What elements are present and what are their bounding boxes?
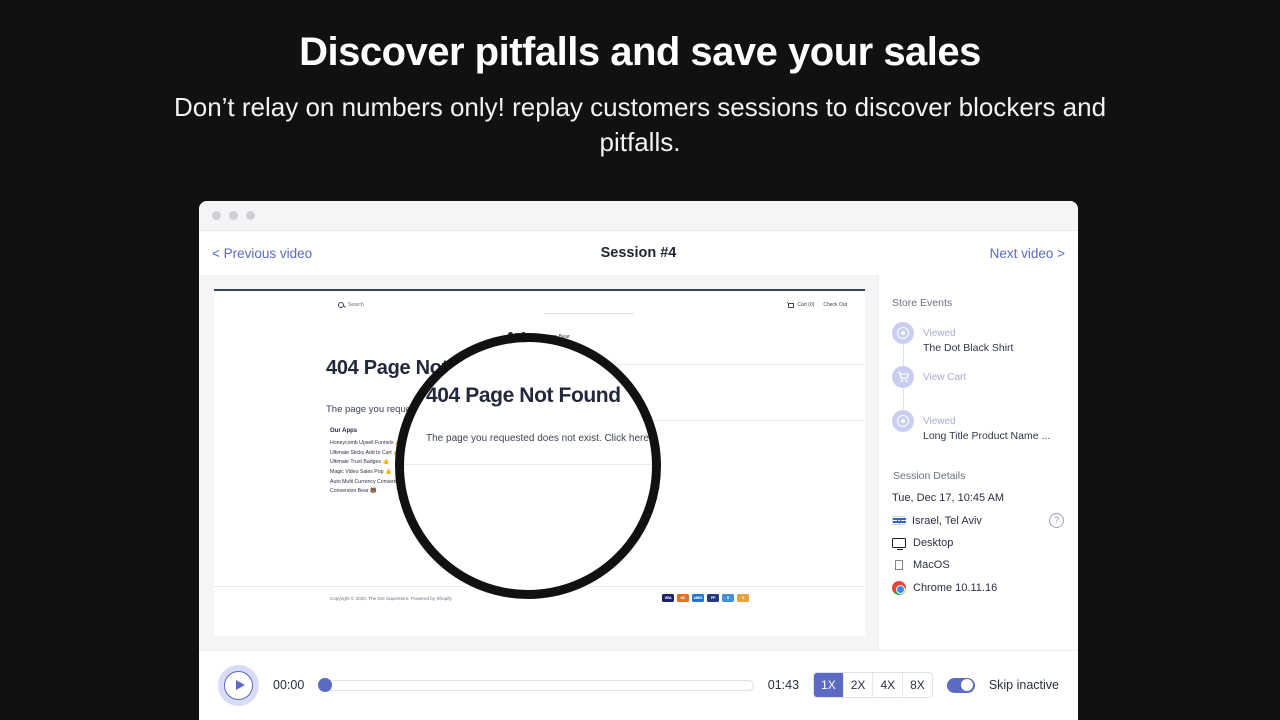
page-subtitle: Don’t relay on numbers only! replay cust… — [173, 92, 1107, 158]
session-device: Desktop — [913, 537, 954, 549]
session-os: MacOS — [913, 558, 950, 571]
session-location-row: Israel, Tel Aviv ? — [892, 513, 1064, 528]
cart-label: Cart (0) — [797, 302, 815, 308]
chrome-icon — [892, 581, 906, 595]
desktop-icon — [892, 538, 906, 551]
session-details-heading: Session Details — [893, 470, 966, 482]
search-icon — [338, 302, 344, 308]
app-item[interactable]: Ultimate Trust Badges 👍 — [330, 458, 408, 468]
event-name: The Dot Black Shirt — [923, 342, 1014, 354]
store-event-item[interactable]: View Cart — [892, 366, 1064, 410]
mastercard-icon: MC — [677, 594, 689, 602]
timeline-connector — [902, 344, 904, 366]
progress-slider[interactable] — [318, 678, 754, 692]
our-apps-list: Our Apps Honeycomb Upsell Funnels 👍 Ulti… — [330, 428, 408, 497]
progress-handle[interactable] — [318, 678, 333, 692]
copyright-text: Copyright © 2020, The Dot Superstore. Po… — [330, 595, 452, 601]
app-item[interactable]: Honeycomb Upsell Funnels 👍 — [330, 439, 408, 449]
skip-inactive-label: Skip inactive — [988, 678, 1059, 692]
discover-icon: D — [722, 594, 734, 602]
logo-brand-text: Conversion Bear — [529, 334, 571, 340]
israel-flag-icon — [892, 516, 906, 525]
previous-video-link[interactable]: < Previous video — [212, 246, 312, 261]
event-kind: Viewed — [923, 416, 956, 427]
speed-option-8x[interactable]: 8X — [903, 673, 932, 697]
speed-option-4x[interactable]: 4X — [873, 673, 904, 697]
app-item[interactable]: Auto Multi Currency Converter 👍 — [330, 478, 408, 488]
next-video-link[interactable]: Next video > — [990, 246, 1065, 261]
session-side-panel: Store Events Viewed The Dot Black Shirt — [878, 275, 1078, 650]
shoppay-icon: S — [737, 594, 749, 602]
cart-link[interactable]: Cart (0) — [788, 302, 814, 308]
app-item[interactable]: Conversion Bear 🐻 — [330, 487, 408, 497]
current-time: 00:00 — [273, 678, 305, 692]
cart-icon — [892, 366, 914, 388]
event-name: Long Title Product Name ... — [923, 430, 1051, 442]
visa-icon: VISA — [662, 594, 674, 602]
session-replay-window: < Previous video Session #4 Next video >… — [199, 201, 1078, 720]
store-header: Search Cart (0) Check Out — [214, 291, 865, 313]
store-event-item[interactable]: Viewed Long Title Product Name ... — [892, 410, 1064, 454]
window-body: Search Cart (0) Check Out Conversion Bea… — [199, 275, 1078, 650]
search-underline — [544, 313, 634, 314]
hero-section: Discover pitfalls and save your sales Do… — [0, 0, 1280, 161]
skip-inactive-toggle[interactable] — [946, 677, 975, 693]
magnified-error-title: 404 Page Not Found — [426, 384, 621, 407]
window-maximize-dot[interactable] — [246, 211, 255, 220]
paypal-icon: PP — [707, 594, 719, 602]
session-device-row: Desktop — [892, 537, 1064, 551]
speed-selector: 1X 2X 4X 8X — [813, 672, 933, 698]
page-title: Discover pitfalls and save your sales — [299, 30, 981, 74]
store-footer: Copyright © 2020, The Dot Superstore. Po… — [214, 594, 865, 602]
session-browser-row: Chrome 10.11.16 — [892, 581, 1064, 595]
session-navbar: < Previous video Session #4 Next video > — [199, 231, 1078, 275]
store-search[interactable]: Search — [338, 302, 364, 308]
window-minimize-dot[interactable] — [229, 211, 238, 220]
session-os-row:  MacOS — [892, 558, 1064, 572]
play-button[interactable] — [218, 664, 259, 706]
magnifier-content: 404 Page Not Found The page you requeste… — [404, 342, 652, 590]
our-apps-heading: Our Apps — [330, 428, 358, 434]
speed-option-2x[interactable]: 2X — [843, 673, 874, 697]
store-events-heading: Store Events — [892, 297, 953, 309]
timeline-connector — [902, 388, 904, 410]
apple-icon:  — [892, 558, 906, 572]
app-item[interactable]: Magic Video Sales Pop 👍 — [330, 468, 408, 478]
replay-viewport[interactable]: Search Cart (0) Check Out Conversion Bea… — [199, 275, 878, 650]
payment-icons: VISA MC AMEX PP D S — [662, 594, 749, 602]
speed-option-1x[interactable]: 1X — [814, 673, 844, 697]
store-header-actions: Cart (0) Check Out — [788, 302, 847, 308]
slide-root: Discover pitfalls and save your sales Do… — [0, 0, 1280, 720]
magnified-divider — [404, 464, 652, 465]
magnified-error-description: The page you requested does not exist. C… — [426, 433, 652, 444]
session-title: Session #4 — [600, 245, 677, 261]
app-item[interactable]: Ultimate Sticky Add to Cart 👍 — [330, 449, 408, 459]
cart-icon — [788, 302, 795, 308]
play-icon — [235, 680, 245, 690]
session-browser: Chrome 10.11.16 — [913, 580, 998, 594]
session-date: Tue, Dec 17, 10:45 AM — [892, 492, 1005, 504]
event-kind: Viewed — [923, 328, 956, 339]
help-icon[interactable]: ? — [1049, 513, 1064, 528]
duration: 01:43 — [767, 678, 800, 692]
eye-icon — [892, 410, 914, 432]
window-close-dot[interactable] — [212, 211, 221, 220]
window-titlebar — [199, 201, 1078, 231]
amex-icon: AMEX — [692, 594, 704, 602]
playback-controls: 00:00 01:43 1X 2X 4X 8X Skip inactive — [199, 650, 1078, 719]
store-event-item[interactable]: Viewed The Dot Black Shirt — [892, 322, 1064, 366]
search-input[interactable]: Search — [348, 302, 364, 308]
eye-icon — [892, 322, 914, 344]
store-events-list: Viewed The Dot Black Shirt View Cart Vie… — [892, 322, 1064, 454]
checkout-link[interactable]: Check Out — [823, 302, 847, 308]
session-location: Israel, Tel Aviv — [912, 514, 982, 527]
event-kind: View Cart — [923, 372, 967, 383]
